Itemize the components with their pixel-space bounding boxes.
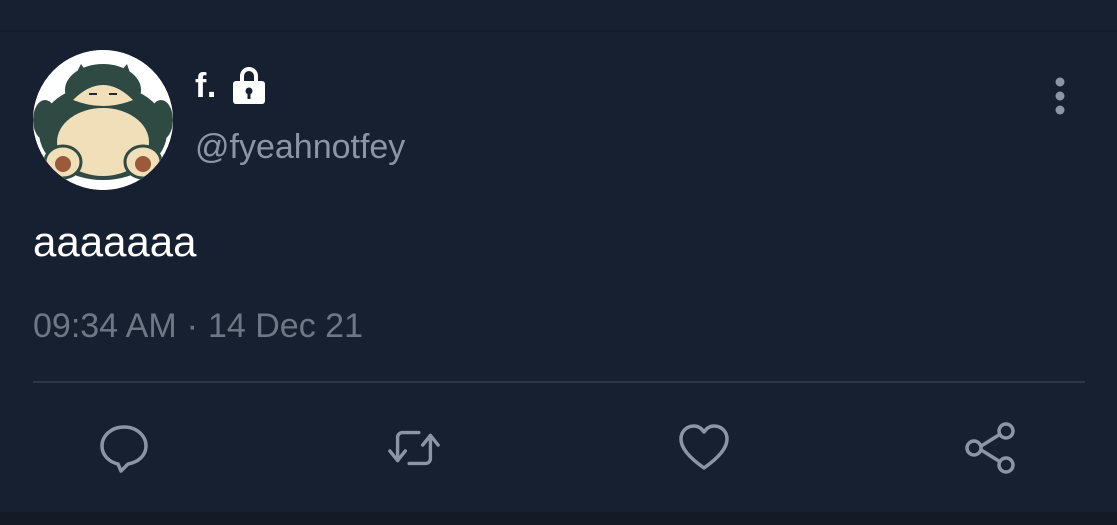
reply-button[interactable]	[96, 420, 152, 476]
tweet-date: 14 Dec 21	[207, 307, 363, 345]
like-button[interactable]	[676, 420, 732, 476]
heart-icon	[679, 424, 729, 470]
author-display-name[interactable]: f.	[195, 67, 217, 106]
tweet-time: 09:34 AM	[33, 307, 177, 345]
top-divider	[0, 30, 1117, 32]
snorlax-avatar-icon	[33, 50, 173, 190]
retweet-button[interactable]	[386, 420, 442, 476]
avatar[interactable]	[33, 50, 173, 190]
share-button[interactable]	[962, 420, 1018, 476]
more-options-icon[interactable]	[1050, 75, 1070, 117]
lock-icon	[229, 67, 269, 105]
timestamp-separator: ·	[186, 307, 198, 345]
tweet-timestamp[interactable]: 09:34 AM · 14 Dec 21	[33, 307, 363, 346]
tweet-detail-view: f. @fyeahnotfey aaaaaaa 09:34 AM · 14 De…	[0, 0, 1117, 525]
author-name-row[interactable]: f.	[195, 66, 269, 106]
share-icon	[965, 422, 1015, 474]
speech-bubble-icon	[100, 425, 148, 473]
bottom-divider	[0, 512, 1117, 525]
author-handle[interactable]: @fyeahnotfey	[195, 128, 405, 167]
tweet-text: aaaaaaa	[33, 218, 197, 265]
actions-divider	[33, 381, 1085, 383]
retweet-icon	[388, 430, 440, 466]
